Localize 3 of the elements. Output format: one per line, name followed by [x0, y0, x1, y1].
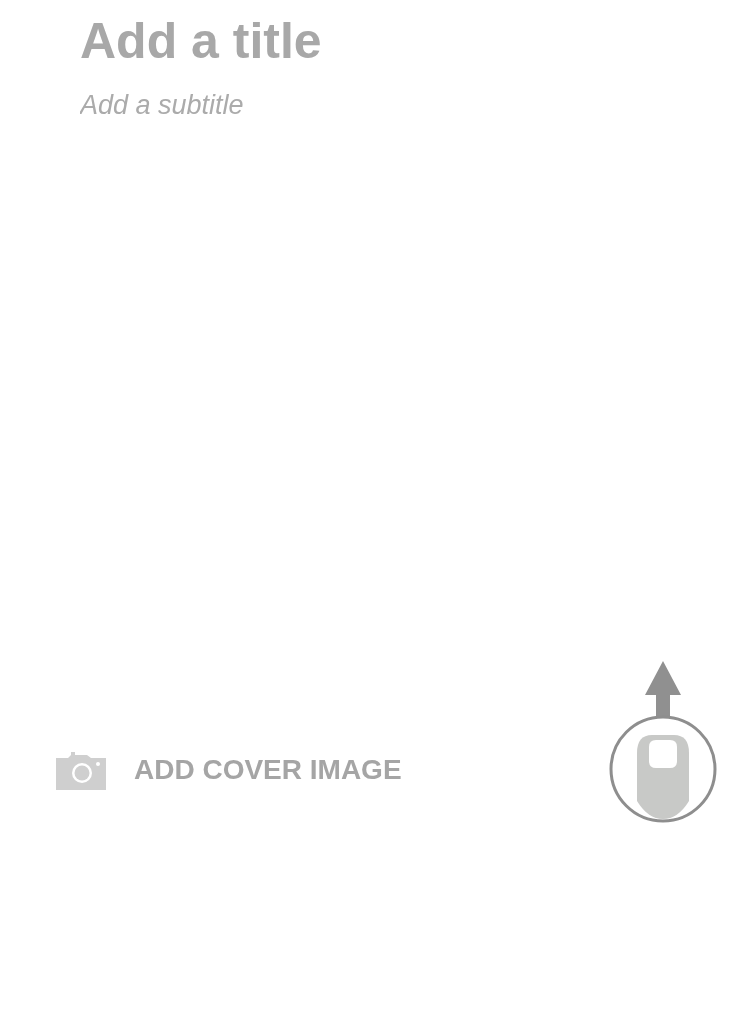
title-field[interactable]: Add a title	[80, 12, 380, 70]
camera-icon	[56, 750, 106, 790]
add-cover-image-button[interactable]: ADD COVER IMAGE	[56, 717, 402, 823]
